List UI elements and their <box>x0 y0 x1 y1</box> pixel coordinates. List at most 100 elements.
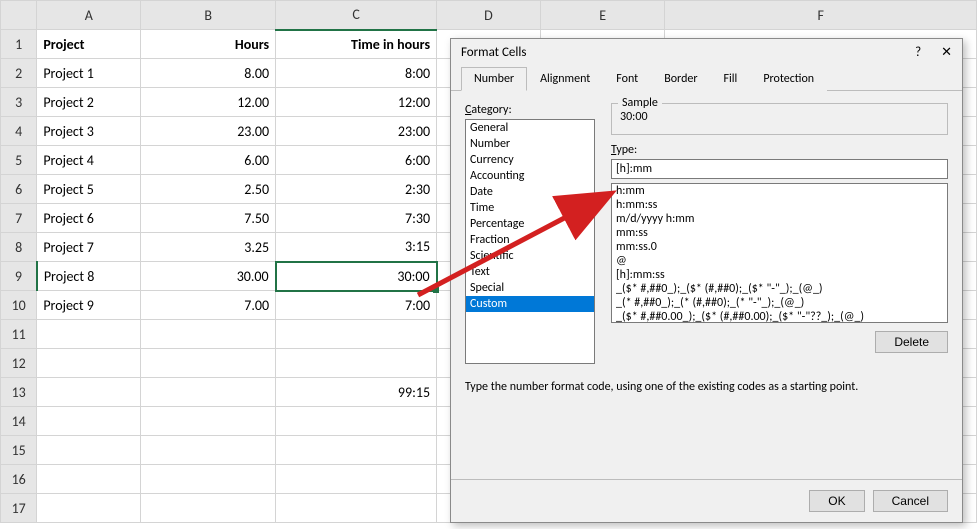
dialog-tabs: Number Alignment Font Border Fill Protec… <box>451 66 962 91</box>
format-cells-dialog: Format Cells ? ✕ Number Alignment Font B… <box>450 38 963 523</box>
cell[interactable]: Project 1 <box>37 59 141 88</box>
category-item[interactable]: Number <box>466 136 594 152</box>
sample-value: 30:00 <box>620 110 939 124</box>
tab-border[interactable]: Border <box>651 67 710 91</box>
close-icon[interactable]: ✕ <box>941 45 952 60</box>
cell-total[interactable]: 99:15 <box>276 378 437 407</box>
cell[interactable]: 12.00 <box>141 88 276 117</box>
cell[interactable]: Hours <box>141 30 276 59</box>
type-item[interactable]: @ <box>612 254 947 268</box>
cancel-button[interactable]: Cancel <box>873 490 948 512</box>
row-header[interactable]: 2 <box>1 59 37 88</box>
col-header-c[interactable]: C <box>276 1 437 30</box>
help-icon[interactable]: ? <box>915 45 921 60</box>
cell[interactable]: 2.50 <box>141 175 276 204</box>
ok-button[interactable]: OK <box>809 490 864 512</box>
cell[interactable]: 8:00 <box>276 59 437 88</box>
type-item[interactable]: [h]:mm:ss <box>612 268 947 282</box>
cell[interactable]: 12:00 <box>276 88 437 117</box>
row-header[interactable]: 6 <box>1 175 37 204</box>
row-header[interactable]: 17 <box>1 494 37 523</box>
row-header[interactable]: 3 <box>1 88 37 117</box>
cell[interactable]: 6.00 <box>141 146 276 175</box>
type-label: Type: <box>611 143 948 157</box>
cell[interactable]: 3.25 <box>141 233 276 262</box>
cell[interactable]: 2:30 <box>276 175 437 204</box>
category-item[interactable]: General <box>466 120 594 136</box>
cell[interactable]: Project <box>37 30 141 59</box>
type-item[interactable]: _(* #,##0_);_(* (#,##0);_(* "-"_);_(@_) <box>612 296 947 310</box>
cell[interactable]: Project 5 <box>37 175 141 204</box>
tab-font[interactable]: Font <box>603 67 651 91</box>
type-item[interactable]: h:mm <box>612 184 947 198</box>
cell[interactable]: 7.50 <box>141 204 276 233</box>
cell[interactable]: 7:30 <box>276 204 437 233</box>
type-item[interactable]: _($* #,##0_);_($* (#,##0);_($* "-"_);_(@… <box>612 282 947 296</box>
category-item[interactable]: Currency <box>466 152 594 168</box>
row-header[interactable]: 12 <box>1 349 37 378</box>
category-item[interactable]: Time <box>466 200 594 216</box>
type-item[interactable]: mm:ss.0 <box>612 240 947 254</box>
cell[interactable]: 6:00 <box>276 146 437 175</box>
cell[interactable]: Project 3 <box>37 117 141 146</box>
row-header[interactable]: 14 <box>1 407 37 436</box>
cell[interactable]: Project 2 <box>37 88 141 117</box>
col-header-d[interactable]: D <box>437 1 541 30</box>
corner-cell[interactable] <box>1 1 37 30</box>
col-header-a[interactable]: A <box>37 1 141 30</box>
type-item[interactable]: h:mm:ss <box>612 198 947 212</box>
cell[interactable]: Project 4 <box>37 146 141 175</box>
category-item[interactable]: Percentage <box>466 216 594 232</box>
row-header[interactable]: 4 <box>1 117 37 146</box>
category-item[interactable]: Special <box>466 280 594 296</box>
tab-fill[interactable]: Fill <box>711 67 751 91</box>
category-item[interactable]: Scientific <box>466 248 594 264</box>
selected-cell[interactable]: 30:00 <box>276 262 437 291</box>
sample-box: Sample 30:00 <box>611 103 948 135</box>
cell[interactable]: Project 8 <box>37 262 141 291</box>
cell[interactable]: Project 6 <box>37 204 141 233</box>
tab-protection[interactable]: Protection <box>750 67 827 91</box>
cell[interactable]: 8.00 <box>141 59 276 88</box>
type-input[interactable] <box>611 159 948 179</box>
cell[interactable]: Time in hours <box>276 30 437 59</box>
tab-alignment[interactable]: Alignment <box>527 67 603 91</box>
format-hint: Type the number format code, using one o… <box>451 372 962 402</box>
dialog-title: Format Cells <box>461 45 526 60</box>
col-header-f[interactable]: F <box>665 1 977 30</box>
row-header[interactable]: 11 <box>1 320 37 349</box>
row-header[interactable]: 15 <box>1 436 37 465</box>
type-item[interactable]: m/d/yyyy h:mm <box>612 212 947 226</box>
category-item[interactable]: Fraction <box>466 232 594 248</box>
cell[interactable]: Project 9 <box>37 291 141 320</box>
cell[interactable]: 23.00 <box>141 117 276 146</box>
col-header-e[interactable]: E <box>540 1 665 30</box>
row-header[interactable]: 5 <box>1 146 37 175</box>
type-item[interactable]: mm:ss <box>612 226 947 240</box>
row-header[interactable]: 10 <box>1 291 37 320</box>
row-header[interactable]: 8 <box>1 233 37 262</box>
category-item[interactable]: Accounting <box>466 168 594 184</box>
type-item[interactable]: _($* #,##0.00_);_($* (#,##0.00);_($* "-"… <box>612 310 947 323</box>
cell[interactable]: Project 7 <box>37 233 141 262</box>
category-item-custom[interactable]: Custom <box>466 296 594 312</box>
category-item[interactable]: Date <box>466 184 594 200</box>
category-list[interactable]: General Number Currency Accounting Date … <box>465 119 595 364</box>
row-header[interactable]: 9 <box>1 262 37 291</box>
delete-button[interactable]: Delete <box>875 331 948 353</box>
category-label: Category: <box>465 103 595 117</box>
category-item[interactable]: Text <box>466 264 594 280</box>
row-header[interactable]: 7 <box>1 204 37 233</box>
row-header[interactable]: 16 <box>1 465 37 494</box>
cell[interactable]: 7.00 <box>141 291 276 320</box>
cell[interactable]: 7:00 <box>276 291 437 320</box>
row-header[interactable]: 1 <box>1 30 37 59</box>
cell[interactable]: 30.00 <box>141 262 276 291</box>
row-header[interactable]: 13 <box>1 378 37 407</box>
type-list[interactable]: h:mm h:mm:ss m/d/yyyy h:mm mm:ss mm:ss.0… <box>611 183 948 323</box>
sample-label: Sample <box>618 96 662 110</box>
tab-number[interactable]: Number <box>461 67 527 91</box>
cell[interactable]: 23:00 <box>276 117 437 146</box>
cell[interactable]: 3:15 <box>276 233 437 262</box>
col-header-b[interactable]: B <box>141 1 276 30</box>
